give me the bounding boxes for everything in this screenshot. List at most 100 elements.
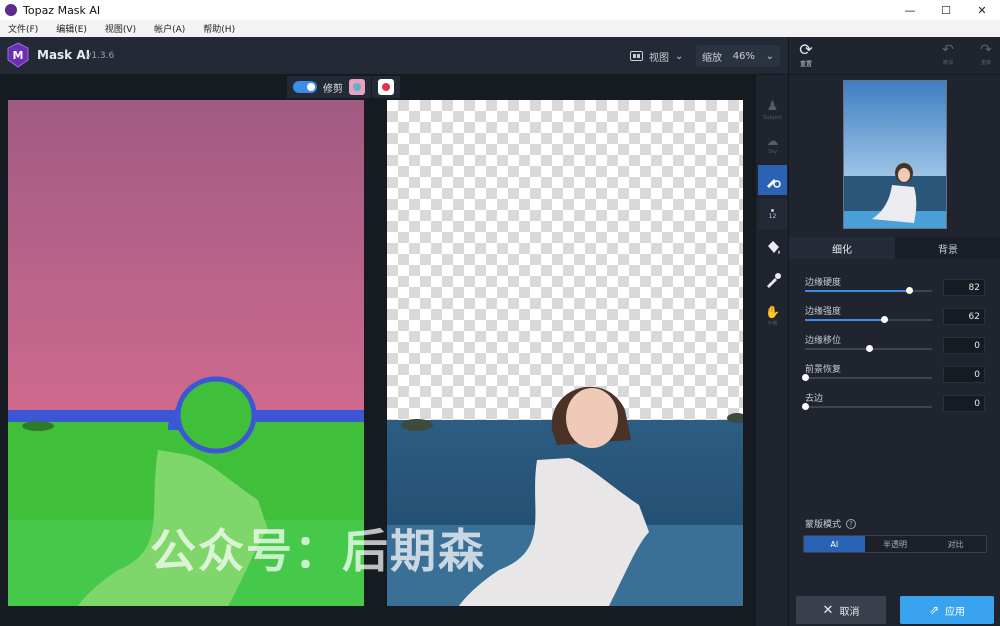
slider-handle[interactable]	[865, 345, 873, 352]
brush-size-control[interactable]: 12	[758, 199, 787, 229]
trim-toggle-group: 修剪	[286, 76, 371, 98]
redo-label: 重做	[980, 60, 991, 66]
subject-tool-label: Subject	[763, 115, 782, 121]
slider-value-input[interactable]: 0	[943, 366, 985, 383]
mask-overlay-color-button[interactable]	[349, 79, 365, 95]
slider-label: 边缘移位	[805, 336, 842, 346]
minimize-button[interactable]: —	[892, 0, 928, 20]
watermark-text: 公众号：后期森	[150, 524, 486, 578]
slider-edge-strength: 边缘强度 62	[789, 296, 1000, 325]
sky-tool-label: Sky	[768, 148, 777, 155]
slider-track[interactable]	[802, 374, 932, 381]
slider-handle[interactable]	[802, 403, 809, 410]
mask-mode-selector: AI 半透明 对比	[803, 535, 987, 553]
hand-icon: ✋	[765, 305, 780, 319]
trim-label: 修剪	[323, 83, 343, 95]
eyedropper-tool-button[interactable]	[758, 265, 787, 295]
reset-label: 重置	[799, 61, 812, 68]
slider-value-input[interactable]: 62	[943, 308, 985, 325]
mask-mode-translucent[interactable]: 半透明	[864, 536, 926, 552]
mask-mode-ai[interactable]: AI	[804, 536, 865, 552]
slider-label: 边缘硬度	[805, 278, 842, 288]
brush-settings-icon	[766, 179, 781, 188]
slider-foreground-recovery: 前景恢复 0	[789, 354, 1000, 383]
app-logo-icon	[5, 4, 17, 16]
sky-tool-button[interactable]: ☁ Sky	[758, 129, 787, 159]
slider-fill	[805, 290, 910, 292]
slider-defringe: 去边 0	[789, 383, 1000, 412]
maximize-button[interactable]: ☐	[928, 0, 964, 20]
slider-track[interactable]	[805, 287, 932, 294]
close-button[interactable]: ✕	[964, 0, 1000, 20]
slider-track[interactable]	[802, 403, 932, 410]
mask-mode-contrast[interactable]: 对比	[925, 536, 986, 552]
window-title: Topaz Mask AI	[23, 3, 101, 17]
split-view-icon	[630, 51, 643, 61]
background-color-group	[371, 76, 400, 98]
history-toolbar: ⟳ 重置 ↶ 撤消 ↷ 重做	[789, 37, 1000, 75]
slider-label: 去边	[805, 394, 824, 404]
svg-text:M: M	[13, 49, 24, 62]
slider-handle[interactable]	[880, 316, 888, 323]
mask-mode-label: 蒙版模式	[805, 520, 842, 530]
cancel-label: 取消	[839, 606, 860, 618]
trim-toggle[interactable]	[293, 81, 317, 93]
menu-view[interactable]: 视图(V)	[105, 22, 136, 35]
menu-bar: 文件(F) 编辑(E) 视图(V) 帐户(A) 帮助(H)	[0, 20, 1000, 37]
navigator-thumbnail[interactable]	[843, 80, 947, 229]
slider-track[interactable]	[805, 316, 932, 323]
undo-icon: ↶	[942, 42, 954, 58]
brush-size-dot-icon	[771, 208, 774, 212]
right-panel: ⟳ 重置 ↶ 撤消 ↷ 重做 细化 背景 边缘硬度 82 边缘强度 62 边缘移…	[788, 37, 1000, 626]
paint-bucket-icon	[767, 241, 780, 254]
slider-track[interactable]	[805, 345, 932, 352]
apply-label: 应用	[945, 606, 966, 618]
redo-button[interactable]: ↷ 重做	[975, 41, 997, 71]
slider-handle[interactable]	[906, 287, 914, 294]
view-label: 视图	[649, 52, 669, 64]
slider-value-input[interactable]: 82	[943, 279, 985, 296]
undo-button[interactable]: ↶ 撤消	[937, 41, 959, 71]
background-color-button[interactable]	[378, 79, 394, 95]
slider-value-input[interactable]: 0	[943, 337, 985, 354]
undo-label: 撤消	[942, 60, 953, 66]
tab-refine[interactable]: 细化	[789, 237, 895, 259]
chevron-down-icon: ⌄	[675, 50, 684, 62]
cancel-button[interactable]: ✕ 取消	[796, 596, 886, 624]
menu-edit[interactable]: 编辑(E)	[56, 22, 87, 35]
app-header: M Mask AI v1.3.6 视图 ⌄ 缩放 46% ⌄	[0, 37, 788, 75]
slider-value-input[interactable]: 0	[943, 395, 985, 412]
reset-button[interactable]: ⟳ 重置	[795, 41, 817, 71]
zoom-value: 46%	[732, 50, 755, 62]
menu-account[interactable]: 帐户(A)	[154, 22, 185, 35]
subject-tool-button[interactable]: ♟ Subject	[758, 95, 787, 125]
thumbnail-image	[844, 81, 946, 228]
slider-handle[interactable]	[802, 374, 809, 381]
apply-button[interactable]: ⇗ 应用	[900, 596, 994, 624]
help-icon[interactable]: ?	[846, 518, 857, 529]
refine-sliders: 边缘硬度 82 边缘强度 62 边缘移位 0 前景恢复 0 去边 0	[789, 267, 1000, 412]
eyedropper-icon	[766, 273, 781, 288]
menu-file[interactable]: 文件(F)	[8, 22, 38, 35]
app-name: Mask AI	[37, 48, 91, 62]
pan-tool-label: 平移	[767, 321, 778, 327]
brush-tool-button[interactable]	[758, 165, 787, 195]
chevron-down-icon: ⌄	[765, 50, 774, 62]
tab-background[interactable]: 背景	[895, 237, 1000, 259]
zoom-dropdown[interactable]: 缩放 46% ⌄	[696, 45, 780, 67]
tool-strip: ♟ Subject ☁ Sky 12 ✋ 平移	[755, 75, 788, 626]
close-icon: ✕	[822, 602, 834, 618]
slider-edge-shift: 边缘移位 0	[789, 325, 1000, 354]
app-version: v1.3.6	[86, 51, 115, 61]
view-mode-dropdown[interactable]: 视图 ⌄	[630, 45, 683, 67]
canvas-area[interactable]: 修剪 公众号：后期森	[0, 75, 755, 626]
slider-label: 边缘强度	[805, 307, 842, 317]
cloud-icon: ☁	[766, 133, 779, 148]
panel-tabs: 细化 背景	[789, 237, 1000, 259]
title-bar: Topaz Mask AI — ☐ ✕	[0, 0, 1000, 20]
pan-tool-button[interactable]: ✋ 平移	[758, 301, 787, 331]
mask-ai-logo-icon: M	[7, 42, 29, 68]
person-icon: ♟	[766, 99, 779, 114]
menu-help[interactable]: 帮助(H)	[203, 22, 235, 35]
fill-tool-button[interactable]	[758, 233, 787, 263]
